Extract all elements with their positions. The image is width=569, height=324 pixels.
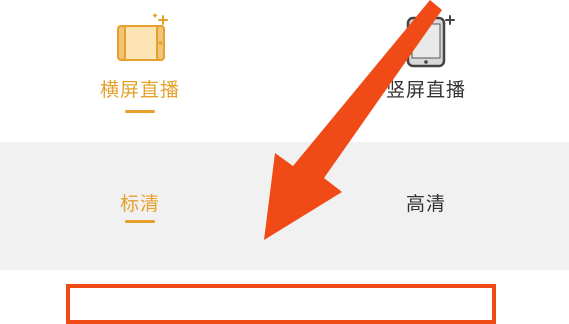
quality-selector: 标清 高清 — [0, 142, 569, 270]
quality-sd-underline — [125, 220, 155, 223]
portrait-phone-icon — [406, 15, 455, 68]
portrait-live-label: 竖屏直播 — [385, 79, 466, 101]
quality-hd-label: 高清 — [405, 193, 446, 215]
quality-sd-label: 标清 — [119, 193, 160, 215]
landscape-live-label: 横屏直播 — [99, 79, 180, 101]
highlight-box — [66, 284, 496, 324]
landscape-phone-icon — [117, 13, 168, 61]
broadcast-mode-selector: 横屏直播 竖屏直播 — [0, 0, 569, 142]
landscape-live-underline — [125, 110, 155, 113]
